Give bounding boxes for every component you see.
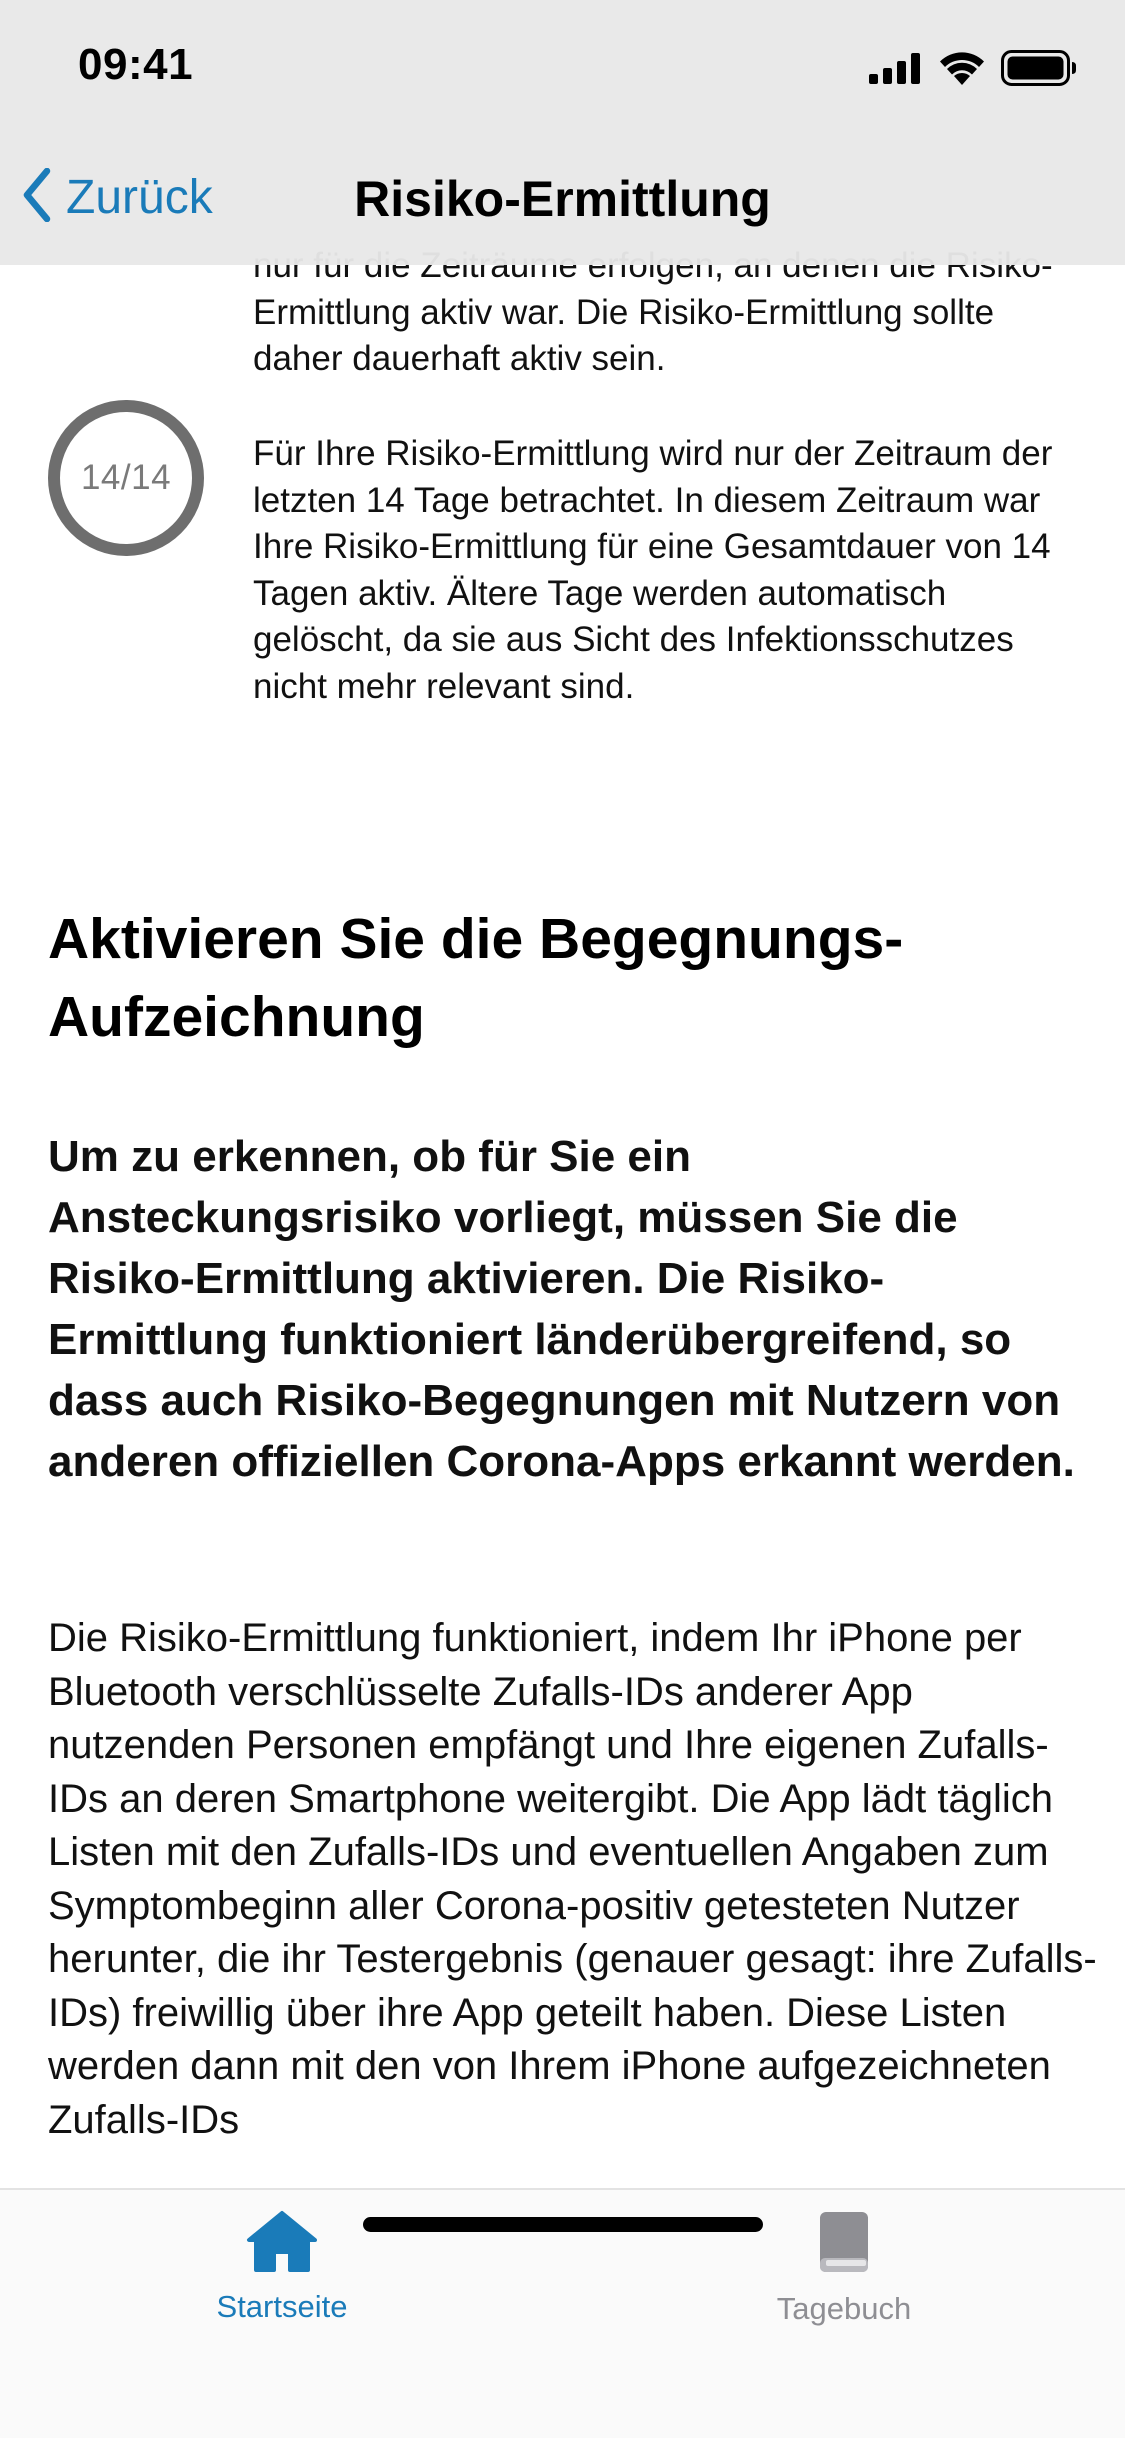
- cellular-signal-icon: [869, 52, 923, 89]
- book-icon: [816, 2210, 872, 2279]
- status-time: 09:41: [78, 40, 194, 89]
- section-body-text: Die Risiko-Ermittlung funktioniert, inde…: [48, 1616, 1097, 2142]
- tab-startseite-label: Startseite: [216, 2289, 348, 2324]
- section-subheadline: Um zu erkennen, ob für Sie ein Ansteckun…: [48, 1132, 1075, 1486]
- navigation-bar: Zurück Risiko-Ermittlung: [0, 140, 1125, 265]
- status-bar: 09:41: [0, 0, 1125, 140]
- scroll-content[interactable]: nur für die Zeiträume erfolgen, an denen…: [0, 0, 1125, 2436]
- status-icons: [869, 50, 1077, 91]
- period-info-text: Für Ihre Risiko-Ermittlung wird nur der …: [253, 434, 1053, 706]
- battery-icon: [1001, 50, 1077, 91]
- section-headline: Aktivieren Sie die Begegnungs-Aufzeichnu…: [48, 907, 904, 1049]
- wifi-icon: [939, 51, 985, 90]
- top-bar: 09:41 Zurück Risiko-Ermittlung: [0, 0, 1125, 265]
- tab-tagebuch-label: Tagebuch: [776, 2291, 912, 2326]
- active-days-label: 14/14: [80, 458, 172, 497]
- home-indicator[interactable]: [363, 2217, 763, 2232]
- active-days-progress-ring: 14/14: [48, 400, 204, 556]
- page-title: Risiko-Ermittlung: [354, 171, 771, 227]
- house-icon: [246, 2210, 318, 2277]
